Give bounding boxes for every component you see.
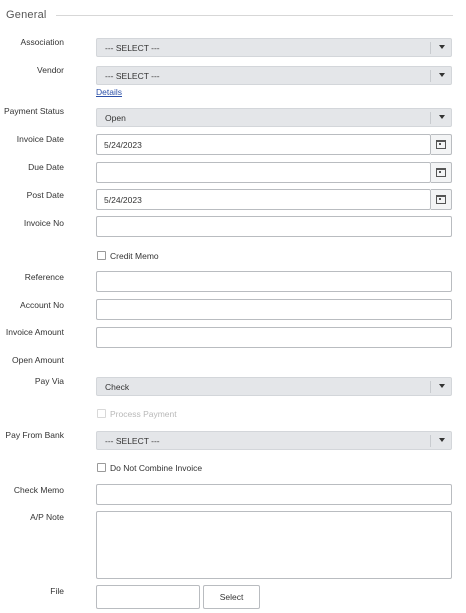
process-payment-checkbox[interactable]	[97, 409, 106, 418]
open-amount-label: Open Amount	[12, 355, 64, 365]
association-label: Association	[20, 37, 64, 47]
select-divider	[430, 70, 431, 82]
post-date-label: Post Date	[26, 190, 64, 200]
invoice-no-input[interactable]	[96, 216, 452, 237]
pay-via-select[interactable]: Check	[96, 377, 452, 396]
vendor-details-link[interactable]: Details	[96, 87, 122, 97]
select-file-button[interactable]: Select	[203, 585, 260, 609]
association-value: --- SELECT ---	[105, 43, 160, 53]
chevron-down-icon	[439, 73, 445, 77]
select-divider	[430, 42, 431, 54]
reference-label: Reference	[24, 272, 64, 282]
association-select[interactable]: --- SELECT ---	[96, 38, 452, 57]
section-divider	[56, 15, 453, 16]
credit-memo-label: Credit Memo	[110, 251, 159, 261]
pay-from-bank-value: --- SELECT ---	[105, 436, 160, 446]
account-no-input[interactable]	[96, 299, 452, 320]
process-payment-label: Process Payment	[110, 409, 177, 419]
due-date-picker-button[interactable]	[431, 162, 452, 183]
vendor-label: Vendor	[37, 65, 64, 75]
payment-status-value: Open	[105, 113, 126, 123]
calendar-icon	[436, 195, 446, 204]
invoice-date-input[interactable]: 5/24/2023	[96, 134, 431, 155]
chevron-down-icon	[439, 45, 445, 49]
invoice-date-picker-button[interactable]	[431, 134, 452, 155]
ap-note-label: A/P Note	[30, 512, 64, 522]
chevron-down-icon	[439, 384, 445, 388]
file-input[interactable]	[96, 585, 200, 609]
invoice-amount-label: Invoice Amount	[5, 327, 64, 337]
reference-input[interactable]	[96, 271, 452, 292]
post-date-input[interactable]: 5/24/2023	[96, 189, 431, 210]
post-date-picker-button[interactable]	[431, 189, 452, 210]
invoice-date-label: Invoice Date	[16, 134, 64, 144]
credit-memo-checkbox[interactable]	[97, 251, 106, 260]
pay-via-label: Pay Via	[34, 376, 64, 386]
calendar-icon	[436, 140, 446, 149]
invoice-date-value: 5/24/2023	[104, 140, 142, 150]
due-date-input[interactable]	[96, 162, 431, 183]
select-divider	[430, 435, 431, 447]
payment-status-label: Payment Status	[3, 106, 64, 116]
account-no-label: Account No	[20, 300, 64, 310]
chevron-down-icon	[439, 438, 445, 442]
select-divider	[430, 381, 431, 393]
vendor-select[interactable]: --- SELECT ---	[96, 66, 452, 85]
section-legend: General	[6, 9, 47, 21]
do-not-combine-invoice-label: Do Not Combine Invoice	[110, 463, 203, 473]
payment-status-select[interactable]: Open	[96, 108, 452, 127]
pay-from-bank-select[interactable]: --- SELECT ---	[96, 431, 452, 450]
post-date-value: 5/24/2023	[104, 195, 142, 205]
vendor-value: --- SELECT ---	[105, 71, 160, 81]
check-memo-input[interactable]	[96, 484, 452, 505]
pay-via-value: Check	[105, 382, 130, 392]
file-label: File	[50, 586, 64, 596]
check-memo-label: Check Memo	[13, 485, 64, 495]
invoice-amount-input[interactable]	[96, 327, 452, 348]
chevron-down-icon	[439, 115, 445, 119]
ap-note-textarea[interactable]	[96, 511, 452, 579]
invoice-no-label: Invoice No	[23, 218, 64, 228]
pay-from-bank-label: Pay From Bank	[5, 430, 64, 440]
due-date-label: Due Date	[28, 162, 64, 172]
calendar-icon	[436, 168, 446, 177]
do-not-combine-invoice-checkbox[interactable]	[97, 463, 106, 472]
select-divider	[430, 112, 431, 124]
